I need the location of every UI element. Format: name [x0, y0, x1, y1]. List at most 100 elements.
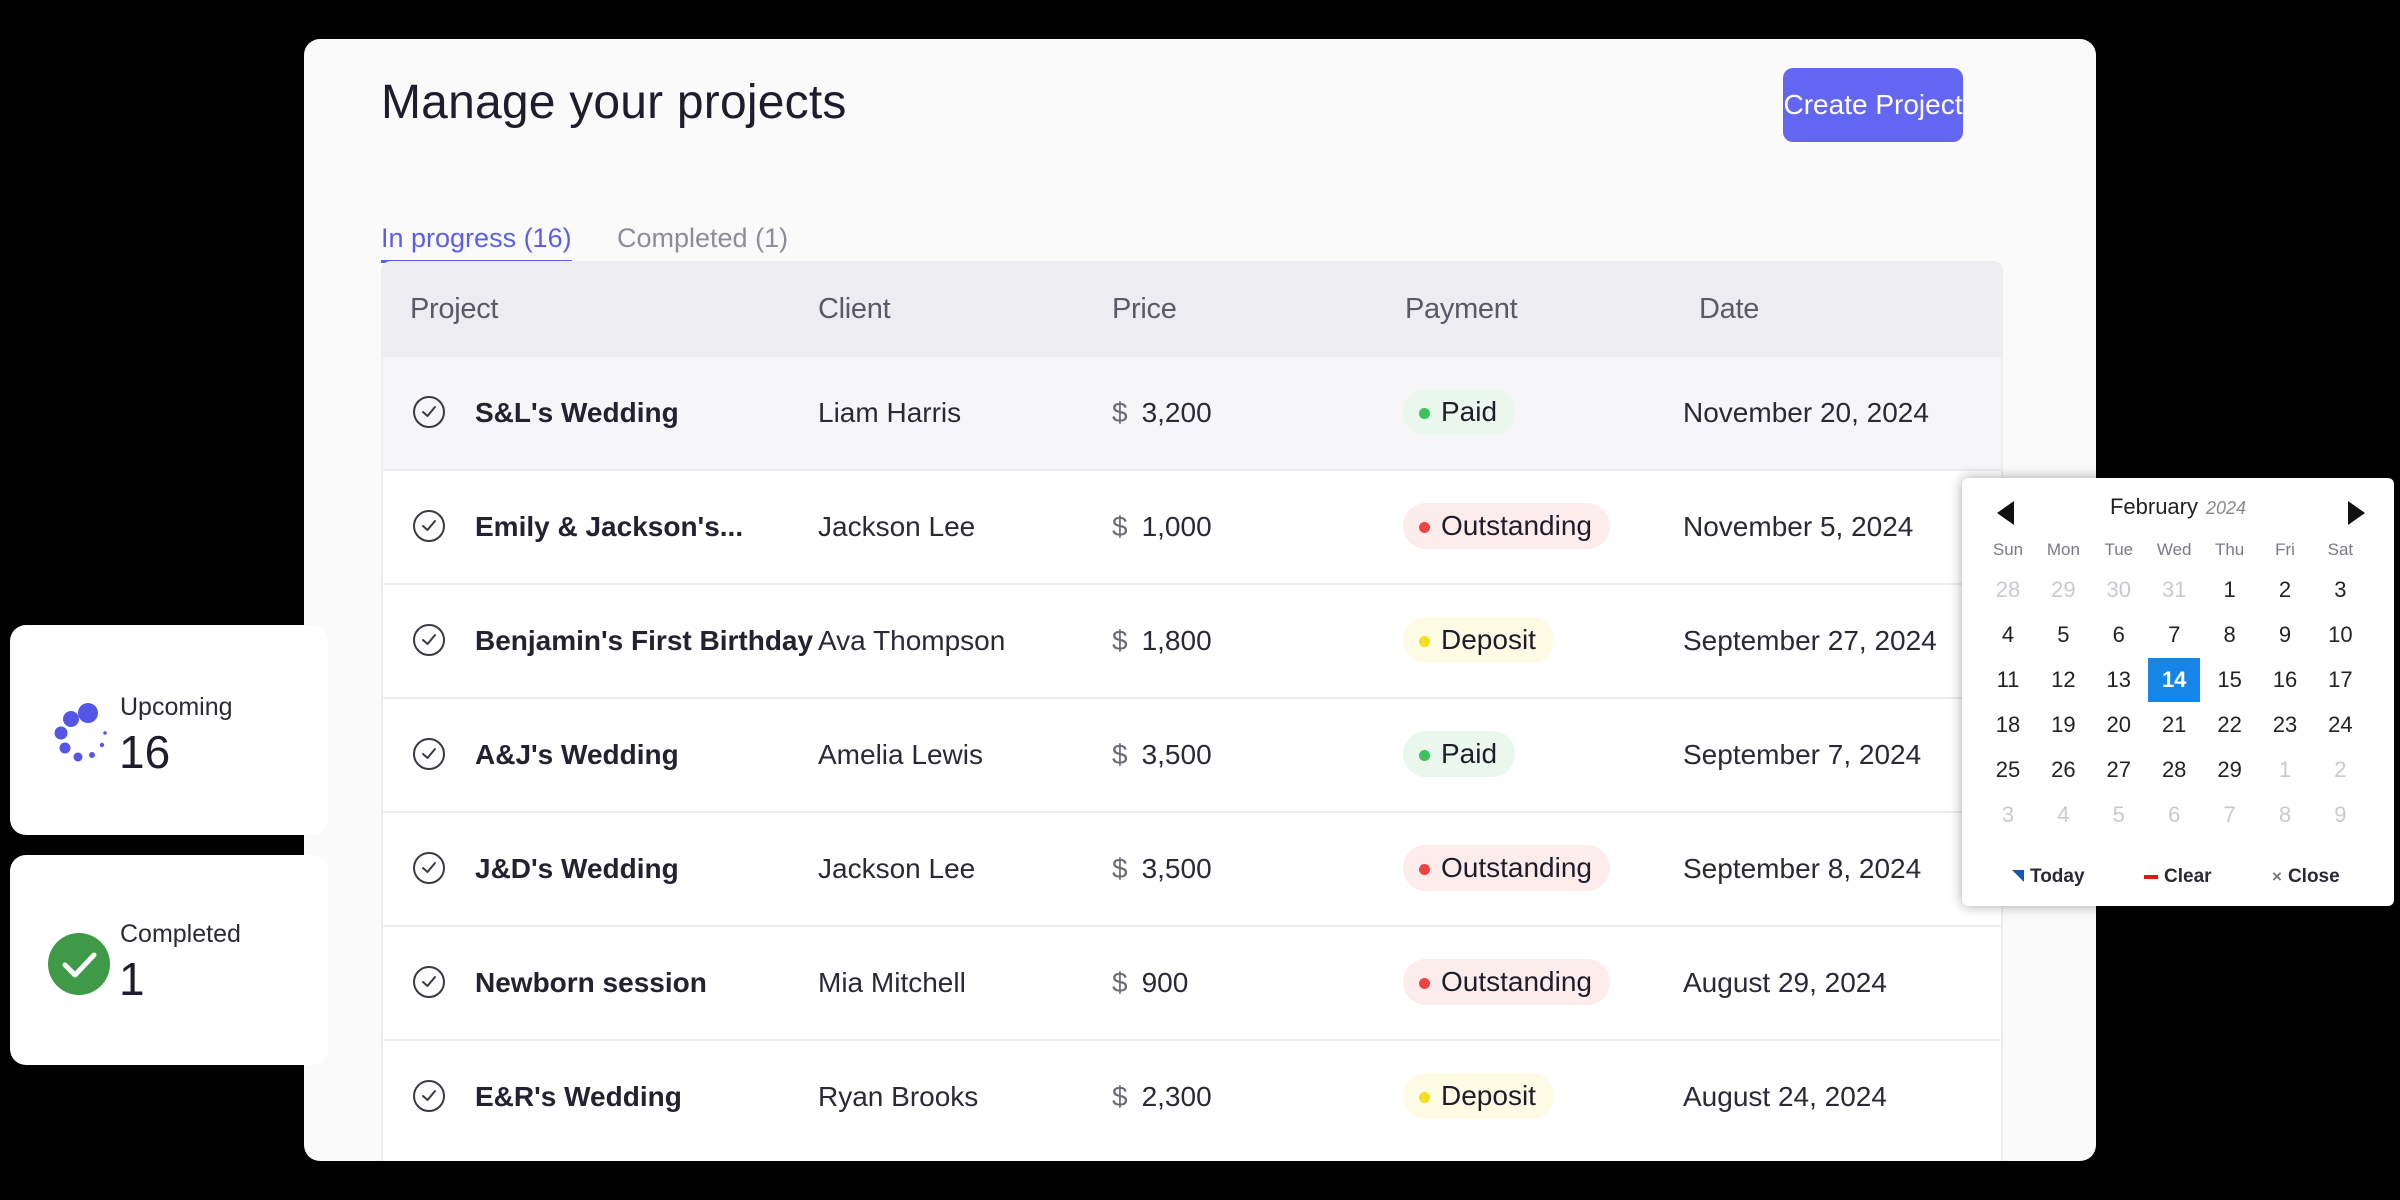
- calendar-day[interactable]: 20: [2093, 703, 2145, 747]
- tab-completed[interactable]: Completed (1): [617, 223, 788, 260]
- row-check-icon[interactable]: [413, 1080, 445, 1112]
- table-row[interactable]: Newborn session Mia Mitchell $900 Outstandi…: [383, 925, 2001, 1039]
- project-name[interactable]: S&L's Wedding: [475, 397, 679, 429]
- calendar-day[interactable]: 8: [2204, 613, 2256, 657]
- weekday-label: Sun: [1992, 540, 2024, 559]
- status-dot-icon: [1419, 978, 1430, 989]
- next-month-button[interactable]: [2340, 498, 2370, 528]
- calendar-day[interactable]: 1: [2204, 568, 2256, 612]
- calendar-day[interactable]: 11: [1982, 658, 2034, 702]
- payment-status-label: Paid: [1441, 396, 1498, 427]
- calendar-day[interactable]: 28: [2148, 748, 2200, 792]
- weekday-label: Mon: [2046, 540, 2080, 559]
- calendar-day[interactable]: 18: [1982, 703, 2034, 747]
- project-name[interactable]: Emily & Jackson's...: [475, 511, 743, 543]
- client-name: Ava Thompson: [818, 625, 1006, 656]
- currency-symbol: $: [1112, 739, 1128, 770]
- weekday-label: Sat: [2327, 540, 2354, 559]
- table-header: Project Client Price Payment Date: [383, 263, 2001, 355]
- calendar-day[interactable]: 13: [2093, 658, 2145, 702]
- price-value: 900: [1141, 967, 1189, 998]
- column-header-price[interactable]: Price: [1112, 293, 1177, 326]
- currency-symbol: $: [1112, 1081, 1128, 1112]
- calendar-day[interactable]: 9: [2259, 613, 2311, 657]
- column-header-date[interactable]: Date: [1699, 293, 1759, 326]
- client-name: Liam Harris: [818, 397, 962, 428]
- calendar-day[interactable]: 17: [2314, 658, 2366, 702]
- row-check-icon[interactable]: [413, 966, 445, 998]
- calendar-day[interactable]: 15: [2204, 658, 2256, 702]
- calendar-day[interactable]: 19: [2037, 703, 2089, 747]
- row-check-icon[interactable]: [413, 396, 445, 428]
- calendar-day[interactable]: 10: [2314, 613, 2366, 657]
- project-name[interactable]: Newborn session: [475, 967, 707, 999]
- calendar-day[interactable]: 29: [2037, 568, 2089, 612]
- calendar-day[interactable]: 30: [2093, 568, 2145, 612]
- calendar-day[interactable]: 31: [2148, 568, 2200, 612]
- calendar-day[interactable]: 24: [2314, 703, 2366, 747]
- payment-status-label: Outstanding: [1441, 852, 1592, 883]
- row-check-icon[interactable]: [413, 624, 445, 656]
- calendar-day[interactable]: 8: [2259, 793, 2311, 837]
- payment-status-badge: Outstanding: [1403, 959, 1610, 1005]
- status-dot-icon: [1419, 636, 1430, 647]
- today-button[interactable]: Today: [2012, 866, 2085, 888]
- column-header-project[interactable]: Project: [410, 293, 498, 326]
- payment-status-badge: Outstanding: [1403, 503, 1610, 549]
- table-row[interactable]: Benjamin's First Birthday Ava Thompson $1,…: [383, 583, 2001, 697]
- calendar-day-selected[interactable]: 14: [2148, 658, 2201, 702]
- create-project-button[interactable]: Create Project: [1783, 68, 1963, 142]
- calendar-day[interactable]: 3: [2314, 568, 2366, 612]
- row-check-icon[interactable]: [413, 738, 445, 770]
- calendar-day[interactable]: 25: [1982, 748, 2034, 792]
- upcoming-stat-card: Upcoming 16: [10, 625, 328, 835]
- calendar-day[interactable]: 6: [2148, 793, 2200, 837]
- calendar-day[interactable]: 16: [2259, 658, 2311, 702]
- calendar-day[interactable]: 7: [2204, 793, 2256, 837]
- calendar-day[interactable]: 2: [2259, 568, 2311, 612]
- close-button[interactable]: × Close: [2272, 866, 2340, 888]
- table-row[interactable]: J&D's Wedding Jackson Lee $3,500 Outstandin…: [383, 811, 2001, 925]
- row-check-icon[interactable]: [413, 852, 445, 884]
- clear-button[interactable]: Clear: [2144, 866, 2212, 888]
- calendar-day[interactable]: 1: [2259, 748, 2311, 792]
- weekday-label: Thu: [2214, 540, 2245, 559]
- calendar-day[interactable]: 21: [2148, 703, 2200, 747]
- tab-in-progress[interactable]: In progress (16): [381, 223, 572, 263]
- column-header-client[interactable]: Client: [818, 293, 891, 326]
- price-value: 3,500: [1141, 739, 1212, 770]
- table-row[interactable]: E&R's Wedding Ryan Brooks $2,300 Deposit Aug…: [383, 1039, 2001, 1153]
- calendar-day[interactable]: 4: [2037, 793, 2089, 837]
- calendar-day[interactable]: 27: [2093, 748, 2145, 792]
- row-check-icon[interactable]: [413, 510, 445, 542]
- project-date: November 20, 2024: [1683, 397, 1929, 428]
- project-name[interactable]: Benjamin's First Birthday: [475, 625, 813, 657]
- price-cell: $3,500: [1112, 739, 1212, 771]
- calendar-day[interactable]: 22: [2204, 703, 2256, 747]
- column-header-payment[interactable]: Payment: [1405, 293, 1518, 326]
- calendar-day[interactable]: 28: [1982, 568, 2034, 612]
- calendar-day[interactable]: 26: [2037, 748, 2089, 792]
- payment-status-badge: Deposit: [1403, 1073, 1554, 1119]
- calendar-day[interactable]: 4: [1982, 613, 2034, 657]
- calendar-day[interactable]: 6: [2093, 613, 2145, 657]
- calendar-day[interactable]: 23: [2259, 703, 2311, 747]
- client-name: Jackson Lee: [818, 853, 976, 884]
- upcoming-label: Upcoming: [120, 693, 233, 721]
- project-name[interactable]: J&D's Wedding: [475, 853, 679, 885]
- project-name[interactable]: E&R's Wedding: [475, 1081, 682, 1113]
- calendar-day[interactable]: 5: [2037, 613, 2089, 657]
- calendar-day[interactable]: 3: [1982, 793, 2034, 837]
- table-row[interactable]: S&L's Wedding Liam Harris $3,200 Paid Novemb…: [383, 355, 2001, 469]
- calendar-day[interactable]: 5: [2093, 793, 2145, 837]
- close-icon: ×: [2272, 867, 2282, 886]
- table-row[interactable]: A&J's Wedding Amelia Lewis $3,500 Paid Septe…: [383, 697, 2001, 811]
- calendar-day[interactable]: 2: [2314, 748, 2366, 792]
- project-name[interactable]: A&J's Wedding: [475, 739, 679, 771]
- table-row[interactable]: Emily & Jackson's... Jackson Lee $1,000 Out…: [383, 469, 2001, 583]
- project-date: September 8, 2024: [1683, 853, 1922, 884]
- calendar-day[interactable]: 7: [2148, 613, 2200, 657]
- calendar-day[interactable]: 9: [2314, 793, 2366, 837]
- calendar-day[interactable]: 12: [2037, 658, 2089, 702]
- calendar-day[interactable]: 29: [2204, 748, 2256, 792]
